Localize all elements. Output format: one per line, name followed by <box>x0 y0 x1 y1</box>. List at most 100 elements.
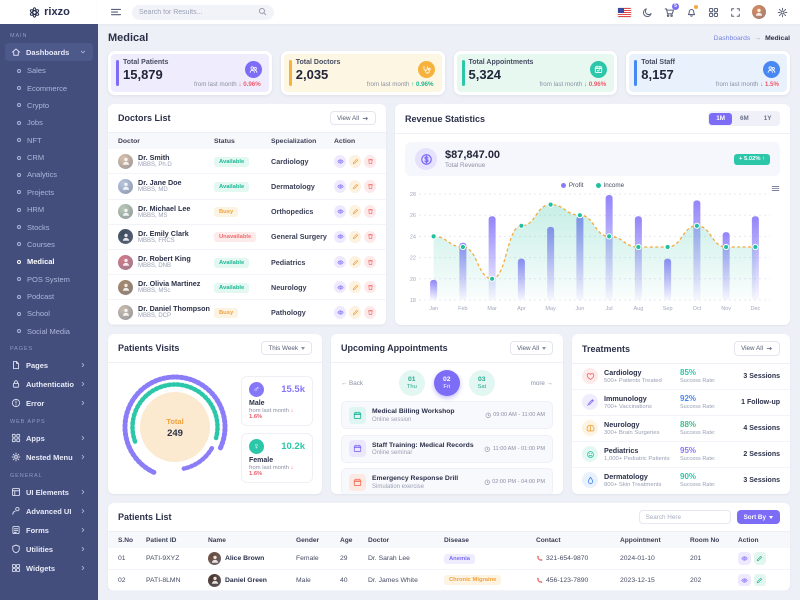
view-button[interactable] <box>334 256 346 269</box>
stat-card-1[interactable]: Total Doctors 2,035 from last month ↑ 0.… <box>281 51 445 95</box>
sidebar-subitem-jobs[interactable]: Jobs <box>0 114 98 131</box>
sidebar-subitem-nft[interactable]: NFT <box>0 132 98 149</box>
view-button[interactable] <box>738 552 751 565</box>
view-button[interactable] <box>738 574 751 587</box>
fullscreen-button[interactable] <box>730 7 741 18</box>
delete-button[interactable] <box>364 180 376 193</box>
settings-button[interactable] <box>777 7 788 18</box>
sidebar-subitem-projects[interactable]: Projects <box>0 184 98 201</box>
edit-button[interactable] <box>349 231 361 244</box>
female-icon: ♀ <box>249 439 264 454</box>
delete-button[interactable] <box>364 155 376 168</box>
visits-period-dropdown[interactable]: This Week <box>261 341 312 355</box>
apps-grid-button[interactable] <box>708 7 719 18</box>
sidebar-subitem-podcast[interactable]: Podcast <box>0 288 98 305</box>
language-flag-button[interactable] <box>618 8 631 17</box>
sidebar-item-authentication[interactable]: Authentication <box>5 375 93 393</box>
day-chip-thu[interactable]: 01Thu <box>399 370 425 396</box>
edit-button[interactable] <box>349 256 361 269</box>
appointments-view-all-dropdown[interactable]: View All <box>510 341 553 355</box>
day-chip-fri[interactable]: 02Fri <box>434 370 460 396</box>
doctor-row: Dr. SmithMBBS, Ph.D Available Cardiology <box>108 149 386 174</box>
sort-by-button[interactable]: Sort By <box>737 510 780 524</box>
doctor-specialization: General Surgery <box>271 232 334 241</box>
app-logo[interactable]: rixzo <box>0 0 98 24</box>
sidebar-item-forms[interactable]: Forms <box>5 521 93 539</box>
dark-mode-button[interactable] <box>642 7 653 18</box>
cart-button[interactable]: 5 <box>664 7 675 18</box>
sidebar-subitem-hrm[interactable]: HRM <box>0 201 98 218</box>
appointment-item[interactable]: Staff Training: Medical Records Online s… <box>341 435 553 463</box>
breadcrumb-parent[interactable]: Dashboards <box>714 35 751 42</box>
edit-button[interactable] <box>754 574 767 587</box>
view-button[interactable] <box>334 231 346 244</box>
sidebar-subitem-analytics[interactable]: Analytics <box>0 166 98 183</box>
pencil-icon <box>352 208 359 215</box>
notifications-button[interactable] <box>686 7 697 18</box>
chevron-right-icon <box>79 526 87 534</box>
range-toggle-1y[interactable]: 1Y <box>757 113 779 125</box>
sidebar-item-utilities[interactable]: Utilities <box>5 540 93 558</box>
arrow-right-icon <box>362 115 369 122</box>
delete-button[interactable] <box>364 256 376 269</box>
view-button[interactable] <box>334 205 346 218</box>
range-toggle-6m[interactable]: 6M <box>733 113 756 125</box>
edit-button[interactable] <box>349 180 361 193</box>
sidebar-subitem-sales[interactable]: Sales <box>0 62 98 79</box>
range-toggle-1m[interactable]: 1M <box>709 113 732 125</box>
delete-button[interactable] <box>364 205 376 218</box>
sidebar-subitem-medical[interactable]: Medical <box>0 253 98 270</box>
treatments-view-all-button[interactable]: View All <box>734 341 780 355</box>
delete-button[interactable] <box>364 231 376 244</box>
edit-button[interactable] <box>349 306 361 319</box>
sidebar-item-ui-elements[interactable]: UI Elements <box>5 483 93 501</box>
sidebar-subitem-courses[interactable]: Courses <box>0 236 98 253</box>
sidebar-subitem-pos-system[interactable]: POS System <box>0 271 98 288</box>
delete-button[interactable] <box>364 281 376 294</box>
edit-button[interactable] <box>349 281 361 294</box>
sidebar-subitem-school[interactable]: School <box>0 305 98 322</box>
sidebar-item-advanced-ui[interactable]: Advanced UI <box>5 502 93 520</box>
view-button[interactable] <box>334 180 346 193</box>
back-button[interactable]: ← Back <box>341 380 363 387</box>
sidebar-subitem-crm[interactable]: CRM <box>0 149 98 166</box>
sidebar-item-apps[interactable]: Apps <box>5 429 93 447</box>
doctors-list-title: Doctors List <box>118 113 171 123</box>
view-button[interactable] <box>334 306 346 319</box>
stat-card-2[interactable]: Total Appointments 5,324 from last month… <box>454 51 618 95</box>
day-chip-sat[interactable]: 03Sat <box>469 370 495 396</box>
accent-bar <box>116 60 119 86</box>
upcoming-appointments-card: Upcoming Appointments View All ← Back 01… <box>331 334 563 494</box>
patient-appointment: 2023-12-15 <box>620 577 690 584</box>
chart-menu-icon[interactable] <box>771 180 780 198</box>
delete-button[interactable] <box>364 306 376 319</box>
stat-card-0[interactable]: Total Patients 15,879 from last month ↓ … <box>108 51 272 95</box>
user-avatar-button[interactable] <box>752 5 766 19</box>
patients-search-input[interactable] <box>639 510 731 524</box>
menu-toggle-button[interactable] <box>110 6 122 18</box>
sidebar-item-widgets[interactable]: Widgets <box>5 559 93 577</box>
sidebar-subitem-stocks[interactable]: Stocks <box>0 218 98 235</box>
legend-item-income[interactable]: Income <box>596 182 625 189</box>
sidebar-item-nested-menu[interactable]: Nested Menu <box>5 448 93 466</box>
stat-card-3[interactable]: Total Staff 8,157 from last month ↓ 1.5% <box>626 51 790 95</box>
sidebar-item-error[interactable]: Error <box>5 394 93 412</box>
sidebar-item-dashboards[interactable]: Dashboards <box>5 43 93 61</box>
sidebar-subitem-crypto[interactable]: Crypto <box>0 97 98 114</box>
appointment-item[interactable]: Emergency Response Drill Simulation exer… <box>341 468 553 494</box>
sidebar-subitem-ecommerce[interactable]: Ecommerce <box>0 79 98 96</box>
doctors-view-all-button[interactable]: View All <box>330 111 376 125</box>
edit-button[interactable] <box>349 205 361 218</box>
legend-item-profit[interactable]: Profit <box>561 182 584 189</box>
view-button[interactable] <box>334 155 346 168</box>
appointment-time: 09:00 AM - 11:00 AM <box>485 412 545 419</box>
more-button[interactable]: more → <box>531 380 553 387</box>
home-icon <box>11 47 21 57</box>
sidebar-item-pages[interactable]: Pages <box>5 356 93 374</box>
search-input[interactable] <box>139 9 253 16</box>
view-button[interactable] <box>334 281 346 294</box>
edit-button[interactable] <box>754 552 767 565</box>
edit-button[interactable] <box>349 155 361 168</box>
appointment-item[interactable]: Medical Billing Workshop Online session … <box>341 401 553 429</box>
sidebar-subitem-social-media[interactable]: Social Media <box>0 323 98 340</box>
